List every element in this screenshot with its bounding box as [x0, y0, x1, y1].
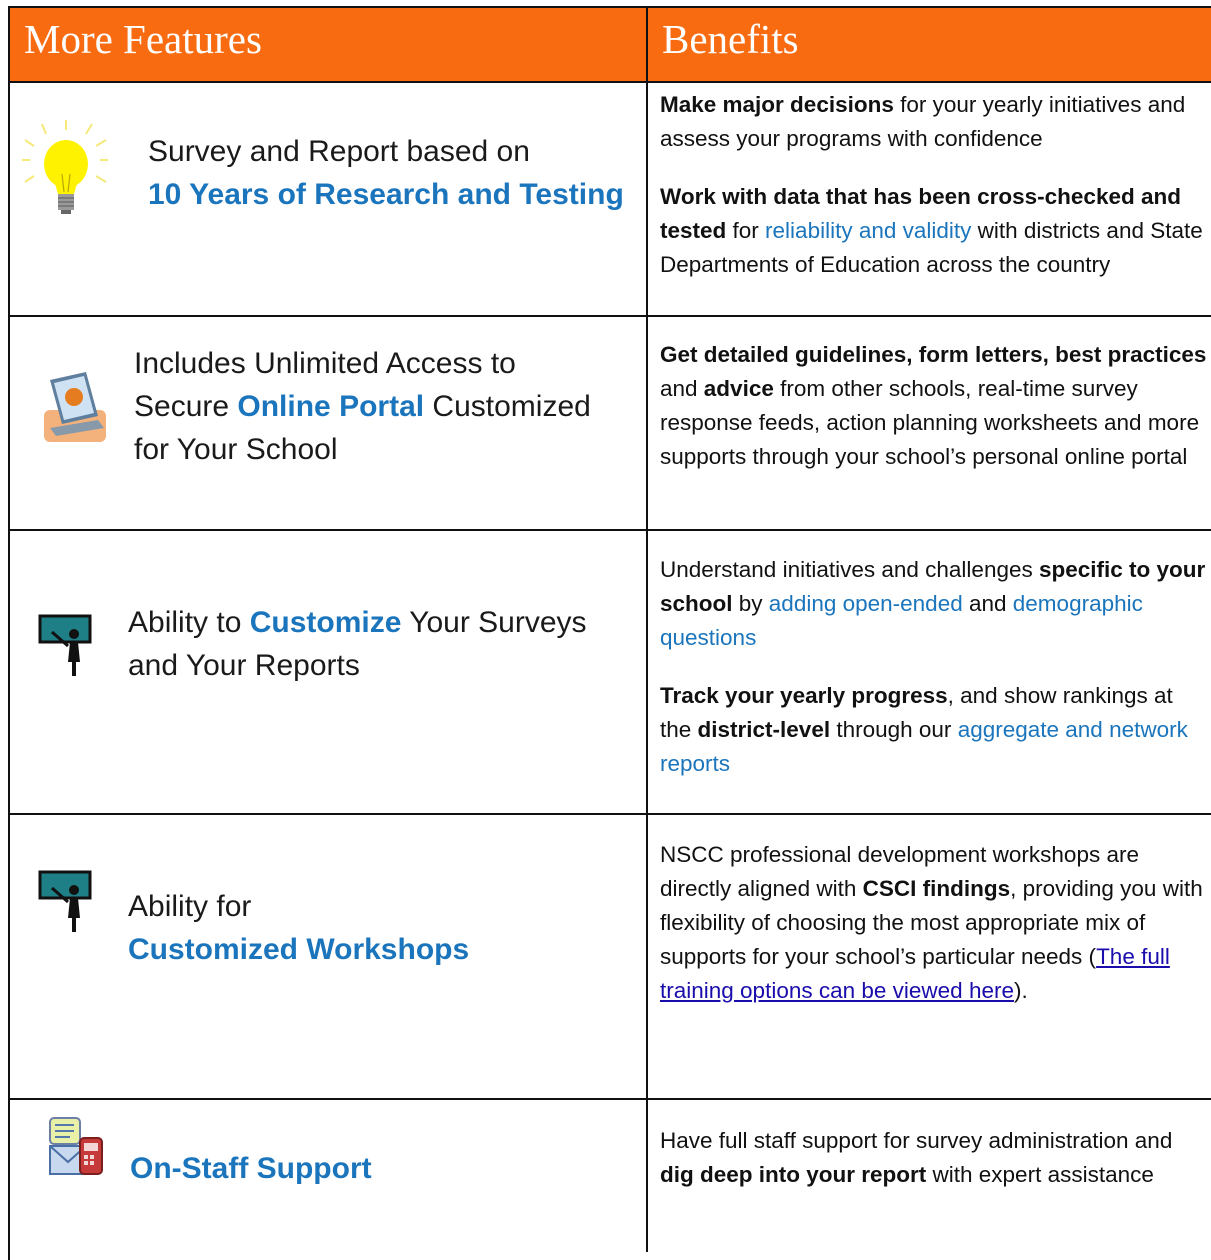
table-header: More Features Benefits [8, 6, 1211, 83]
text: ). [1013, 978, 1028, 1003]
benefit-text: Get detailed guidelines, form letters, b… [660, 338, 1210, 498]
feature-line: Your Surveys [401, 606, 587, 639]
feature-highlight: Online Portal [237, 390, 425, 423]
feature-line: Survey and Report based on [148, 135, 530, 168]
bold-text: district-level [697, 717, 831, 742]
feature-text: Ability for Customized Workshops [128, 885, 469, 971]
feature-highlight: Customize [249, 606, 402, 639]
feature-text: On-Staff Support [130, 1147, 372, 1190]
text: with expert assistance [926, 1162, 1154, 1187]
header-benefits: Benefits [662, 16, 799, 62]
bold-text: Make major decisions [660, 92, 894, 117]
envelope-phone-icon [49, 1117, 103, 1175]
text: through our [830, 717, 958, 742]
column-divider [646, 6, 648, 1252]
feature-highlight: 10 Years of Research and Testing [148, 178, 624, 211]
blue-text: adding open-ended [768, 591, 963, 616]
feature-line: Secure [134, 390, 238, 423]
feature-text: Survey and Report based on 10 Years of R… [148, 130, 624, 216]
bold-text: Get detailed guidelines, form letters, b… [660, 342, 1207, 367]
header-features: More Features [24, 16, 262, 62]
presenter-board-icon [38, 870, 92, 932]
lightbulb-icon [22, 120, 108, 214]
benefit-text: NSCC professional development workshops … [660, 838, 1210, 1032]
benefit-text: Have full staff support for survey admin… [660, 1124, 1210, 1216]
feature-line: Ability for [128, 890, 252, 923]
feature-text: Includes Unlimited Access to Secure Onli… [134, 342, 591, 471]
features-benefits-table: More Features Benefits Survey and Report… [8, 6, 1211, 1260]
text: for [726, 218, 766, 243]
bold-text: Track your yearly progress [660, 683, 948, 708]
presenter-board-icon [38, 614, 92, 676]
text: and [962, 591, 1013, 616]
feature-line: Ability to [128, 606, 250, 639]
text: Understand initiatives and challenges [660, 557, 1039, 582]
benefit-text: Make major decisions for your yearly ini… [660, 88, 1210, 306]
feature-highlight: On-Staff Support [130, 1152, 372, 1185]
bold-text: dig deep into your report [660, 1162, 927, 1187]
feature-line: Customized [424, 390, 591, 423]
text: by [732, 591, 769, 616]
feature-text: Ability to Customize Your Surveys and Yo… [128, 601, 587, 687]
text: Have full staff support for survey admin… [660, 1128, 1173, 1153]
text: and [660, 376, 704, 401]
bold-text: advice [703, 376, 774, 401]
feature-line: and Your Reports [128, 649, 360, 682]
feature-line: Includes Unlimited Access to [134, 347, 516, 380]
feature-highlight: Customized Workshops [128, 933, 470, 966]
benefit-text: Understand initiatives and challenges sp… [660, 553, 1210, 805]
laptop-icon [44, 372, 106, 442]
feature-line: for Your School [134, 433, 338, 466]
bold-text: CSCI findings [862, 876, 1011, 901]
blue-text: reliability and validity [765, 218, 972, 243]
